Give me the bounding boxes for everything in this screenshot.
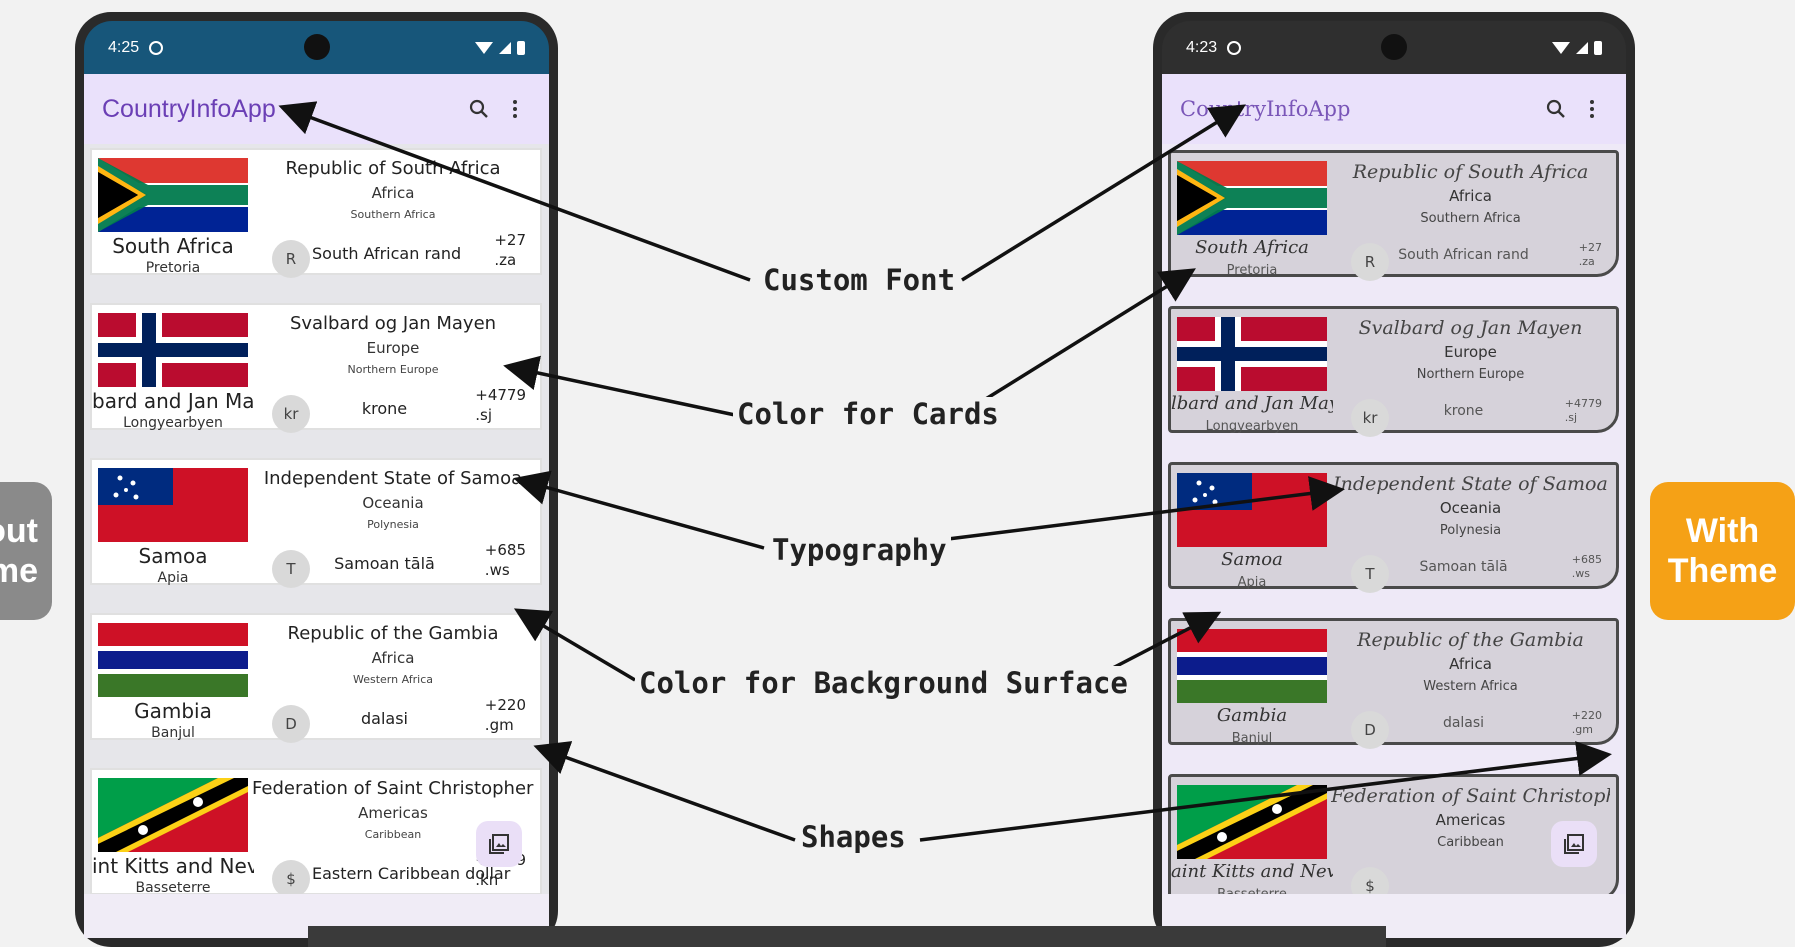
annotation-arrows bbox=[278, 101, 1612, 842]
callout-shapes: Shapes bbox=[797, 820, 910, 854]
callout-color-for-cards: Color for Cards bbox=[733, 397, 1003, 431]
callout-typography: Typography bbox=[768, 533, 951, 567]
video-subtitle-bar bbox=[308, 926, 1386, 947]
callout-color-background-surface: Color for Background Surface bbox=[635, 666, 1132, 700]
callout-custom-font: Custom Font bbox=[759, 263, 960, 297]
